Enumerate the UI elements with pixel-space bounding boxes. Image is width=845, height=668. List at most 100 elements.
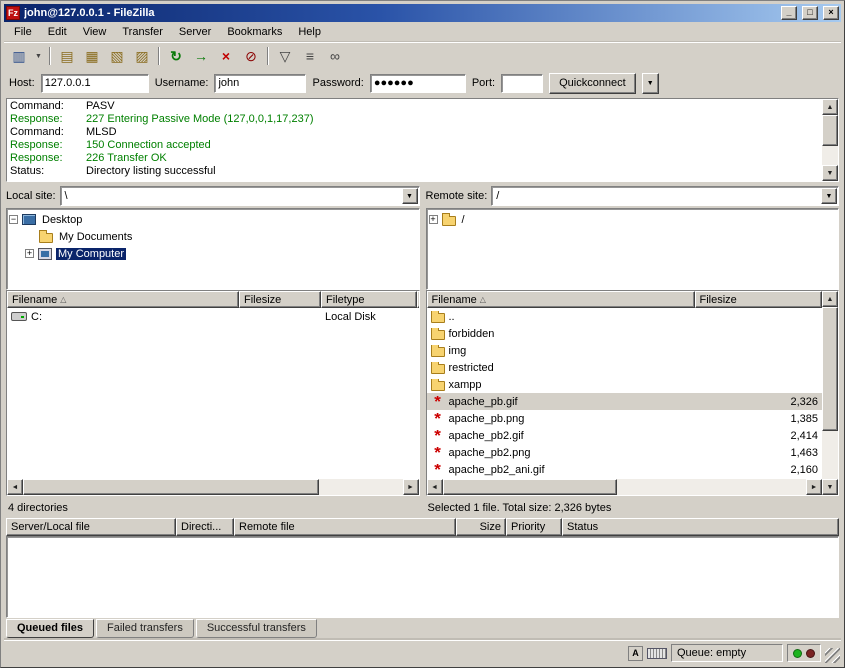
column-header-lastmodified[interactable]: L — [417, 291, 419, 308]
remote-tree[interactable]: + / — [426, 208, 840, 290]
quickconnect-dropdown-icon[interactable]: ▼ — [642, 73, 659, 94]
menu-help[interactable]: Help — [290, 24, 329, 40]
column-header-filesize[interactable]: Filesize — [695, 291, 823, 308]
tab-queued-files[interactable]: Queued files — [6, 619, 94, 638]
remote-hscrollbar[interactable]: ◄ ► — [427, 479, 823, 495]
expand-icon[interactable]: + — [429, 215, 438, 224]
maximize-button[interactable]: □ — [802, 6, 818, 20]
remote-file-row[interactable]: *apache_pb2.png 1,463 — [427, 444, 823, 461]
log-scroll-track[interactable] — [822, 115, 838, 165]
scroll-down-icon[interactable]: ▼ — [822, 479, 838, 495]
collapse-icon[interactable]: − — [9, 215, 18, 224]
scroll-up-icon[interactable]: ▲ — [822, 99, 838, 115]
column-header-size[interactable]: Size — [456, 518, 506, 536]
tree-item-my-documents[interactable]: My Documents — [39, 228, 417, 245]
column-header-filename[interactable]: Filename△ — [427, 291, 695, 308]
username-input[interactable] — [214, 74, 306, 93]
tree-item-label[interactable]: My Documents — [57, 231, 134, 243]
find-icon[interactable]: ∞ — [323, 45, 347, 67]
tab-failed-transfers[interactable]: Failed transfers — [96, 619, 194, 638]
process-queue-icon[interactable]: → — [189, 45, 213, 67]
site-manager-dropdown-icon[interactable]: ▼ — [32, 45, 45, 67]
combo-arrow-icon[interactable]: ▼ — [821, 188, 837, 204]
column-header-filetype[interactable]: Filetype — [321, 291, 417, 308]
menu-view[interactable]: View — [75, 24, 115, 40]
menu-file[interactable]: File — [6, 24, 40, 40]
remote-file-row[interactable]: .. — [427, 308, 823, 325]
remote-file-row[interactable]: xampp — [427, 376, 823, 393]
remote-file-row[interactable]: *apache_pb2_ani.gif 2,160 — [427, 461, 823, 478]
message-log-toggle-icon[interactable]: ▤ — [55, 45, 79, 67]
menu-bookmarks[interactable]: Bookmarks — [219, 24, 290, 40]
local-list-body[interactable]: C: Local Disk — [7, 308, 419, 479]
tree-item-my-computer[interactable]: + My Computer — [25, 245, 417, 262]
message-log[interactable]: Command:PASV Response:227 Entering Passi… — [6, 98, 839, 182]
keyboard-icon[interactable] — [647, 648, 667, 659]
local-hscroll-track[interactable] — [23, 479, 403, 495]
ascii-transfer-type-icon[interactable]: A — [628, 646, 643, 661]
remote-file-row-selected[interactable]: *apache_pb.gif 2,326 — [427, 393, 823, 410]
scroll-left-icon[interactable]: ◄ — [7, 479, 23, 495]
remote-file-row[interactable]: forbidden — [427, 325, 823, 342]
menu-server[interactable]: Server — [171, 24, 219, 40]
remote-hscroll-track[interactable] — [443, 479, 807, 495]
remote-hscroll-thumb[interactable] — [443, 479, 617, 495]
menu-transfer[interactable]: Transfer — [114, 24, 171, 40]
tree-item-desktop[interactable]: − Desktop — [9, 211, 417, 228]
expand-icon[interactable]: + — [25, 249, 34, 258]
close-button[interactable]: × — [823, 6, 839, 20]
remote-vscroll-track[interactable] — [822, 307, 838, 479]
password-input[interactable] — [370, 74, 466, 93]
remote-file-row[interactable]: *apache_pb2.gif 2,414 — [427, 427, 823, 444]
remote-file-row[interactable]: img — [427, 342, 823, 359]
site-manager-icon[interactable]: ▥ — [7, 45, 31, 67]
log-scrollbar[interactable]: ▲ ▼ — [822, 99, 838, 181]
remote-file-row[interactable]: *apache_pb.png 1,385 — [427, 410, 823, 427]
column-header-server-local-file[interactable]: Server/Local file — [6, 518, 176, 536]
transfer-queue-list[interactable] — [6, 536, 839, 618]
combo-arrow-icon[interactable]: ▼ — [402, 188, 418, 204]
remote-tree-toggle-icon[interactable]: ▧ — [105, 45, 129, 67]
local-file-row[interactable]: C: Local Disk — [7, 308, 419, 325]
titlebar[interactable]: Fz john@127.0.0.1 - FileZilla _ □ × — [4, 4, 841, 22]
queue-toggle-icon[interactable]: ▨ — [130, 45, 154, 67]
local-hscroll-thumb[interactable] — [23, 479, 319, 495]
cancel-operation-icon[interactable]: × — [214, 45, 238, 67]
scroll-down-icon[interactable]: ▼ — [822, 165, 838, 181]
column-header-priority[interactable]: Priority — [506, 518, 562, 536]
minimize-button[interactable]: _ — [781, 6, 797, 20]
column-header-direction[interactable]: Directi... — [176, 518, 234, 536]
remote-site-combo[interactable]: / ▼ — [491, 186, 839, 206]
host-input[interactable] — [41, 74, 149, 93]
refresh-icon[interactable]: ↻ — [164, 45, 188, 67]
remote-file-row[interactable]: restricted — [427, 359, 823, 376]
local-tree[interactable]: − Desktop My Documents + My Computer — [6, 208, 420, 290]
quickconnect-button[interactable]: Quickconnect — [549, 73, 636, 94]
scroll-up-icon[interactable]: ▲ — [822, 291, 838, 307]
local-site-combo[interactable]: \ ▼ — [60, 186, 420, 206]
column-header-filename[interactable]: Filename△ — [7, 291, 239, 308]
column-header-status[interactable]: Status — [562, 518, 839, 536]
local-hscrollbar[interactable]: ◄ ► — [7, 479, 419, 495]
tab-successful-transfers[interactable]: Successful transfers — [196, 619, 317, 638]
tree-item-label[interactable]: / — [460, 214, 467, 226]
local-tree-toggle-icon[interactable]: ▦ — [80, 45, 104, 67]
remote-vscrollbar[interactable]: ▲ ▼ — [822, 291, 838, 495]
filter-icon[interactable]: ▽ — [273, 45, 297, 67]
resize-grip[interactable] — [825, 648, 840, 663]
remote-list-body[interactable]: .. forbidden img restricted — [427, 308, 823, 479]
tree-item-label[interactable]: My Computer — [56, 248, 126, 260]
port-input[interactable] — [501, 74, 543, 93]
menu-edit[interactable]: Edit — [40, 24, 75, 40]
tree-item-root[interactable]: + / — [429, 211, 837, 228]
compare-icon[interactable]: ≡ — [298, 45, 322, 67]
column-header-filesize[interactable]: Filesize — [239, 291, 321, 308]
tree-item-label[interactable]: Desktop — [40, 214, 84, 226]
remote-vscroll-thumb[interactable] — [822, 307, 838, 431]
log-scroll-thumb[interactable] — [822, 115, 838, 146]
column-header-remote-file[interactable]: Remote file — [234, 518, 456, 536]
scroll-right-icon[interactable]: ► — [403, 479, 419, 495]
disconnect-icon[interactable]: ⊘ — [239, 45, 263, 67]
scroll-right-icon[interactable]: ► — [806, 479, 822, 495]
scroll-left-icon[interactable]: ◄ — [427, 479, 443, 495]
